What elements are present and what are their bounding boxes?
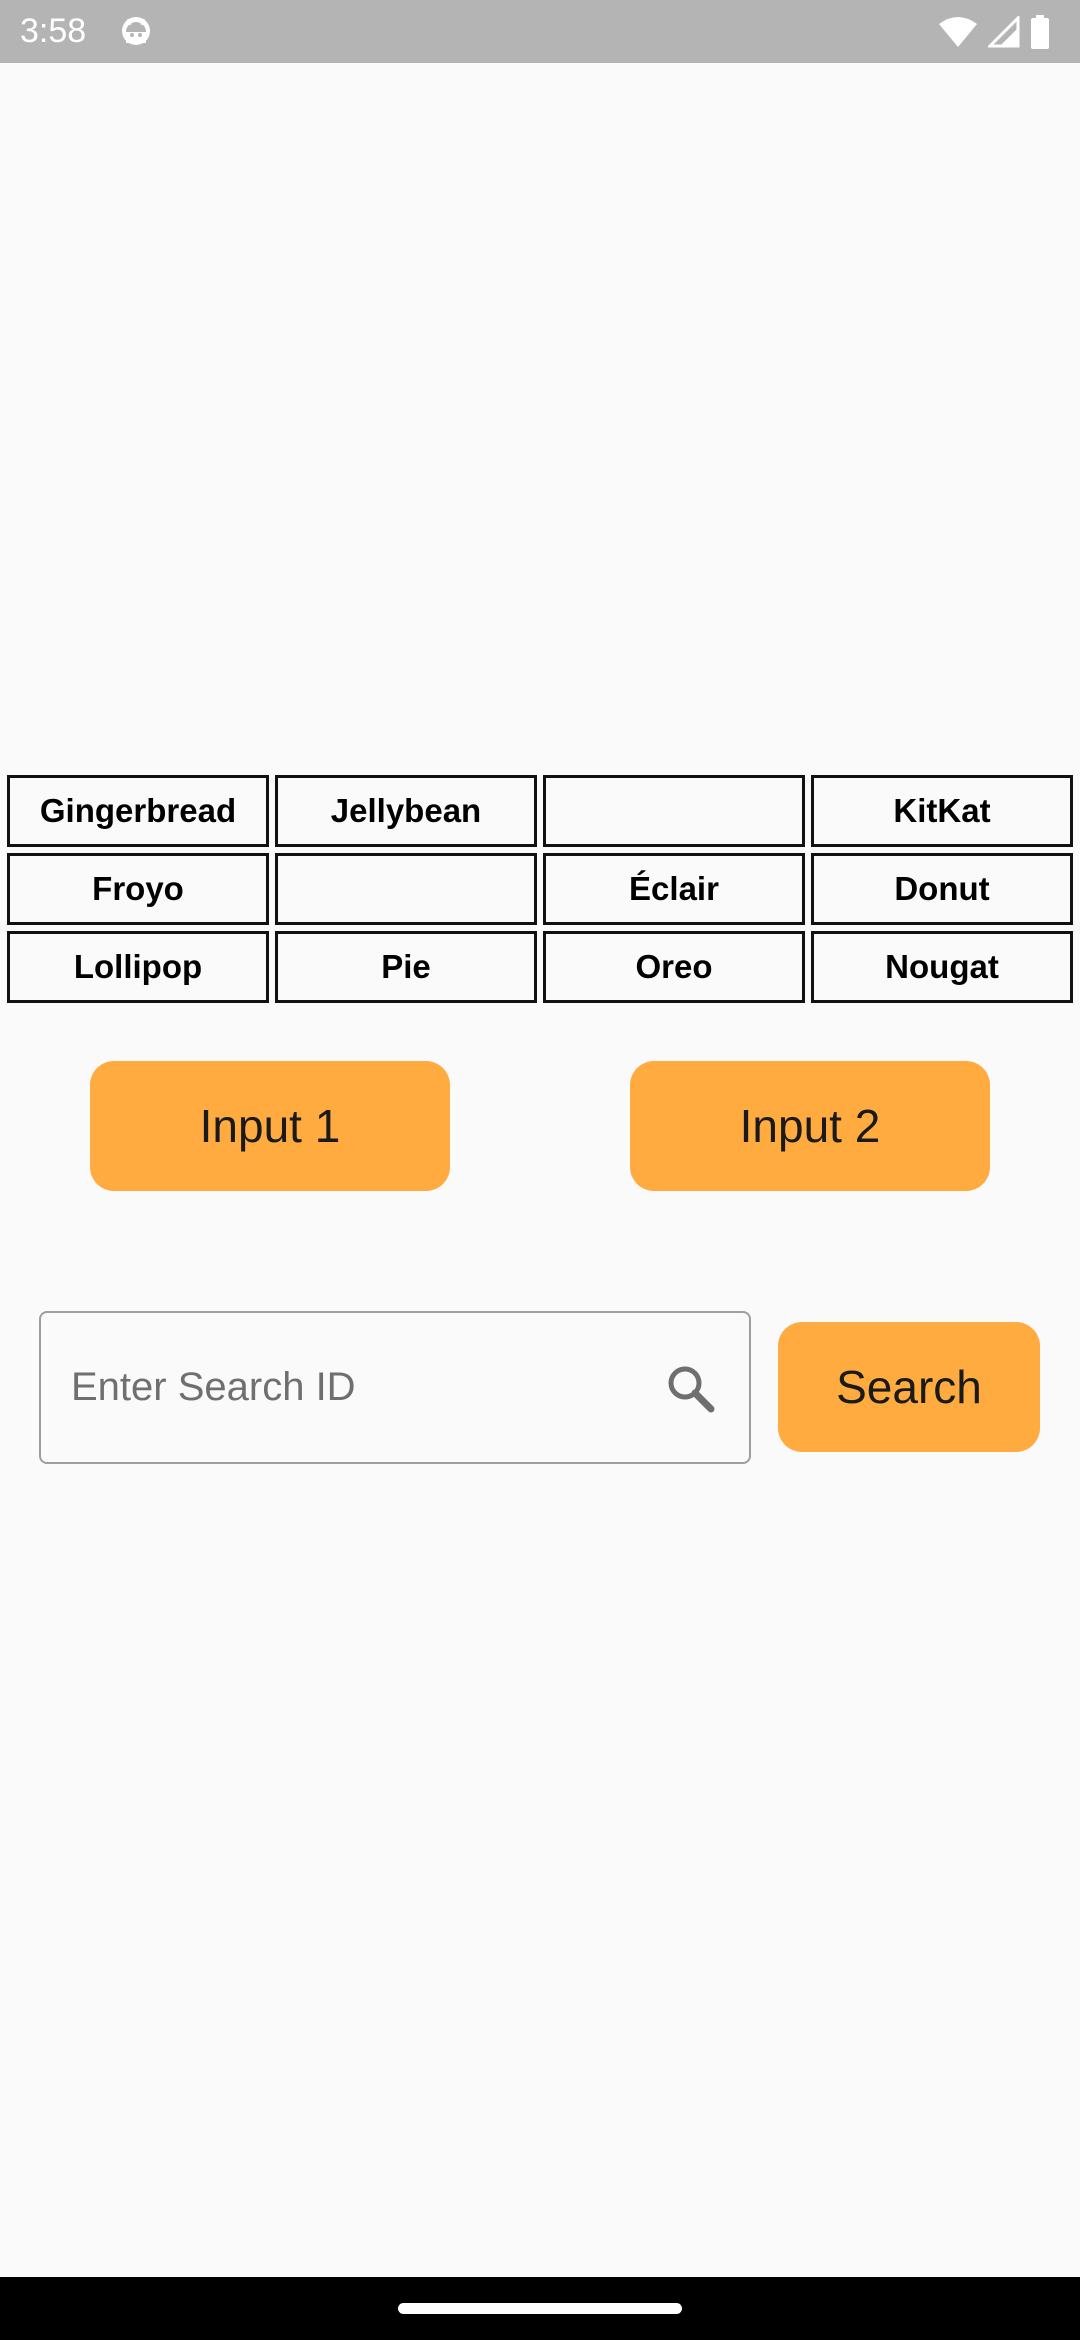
battery-icon: [1031, 15, 1049, 49]
search-button[interactable]: Search: [778, 1322, 1040, 1452]
cellular-signal-icon: [988, 16, 1020, 48]
status-icons: [938, 14, 1050, 50]
input-2-button[interactable]: Input 2: [630, 1061, 990, 1191]
grid-cell[interactable]: Gingerbread: [7, 775, 269, 847]
grid-cell[interactable]: [275, 853, 537, 925]
grid-cell[interactable]: Éclair: [543, 853, 805, 925]
grid-cell[interactable]: Donut: [811, 853, 1073, 925]
navigation-bar: [0, 2277, 1080, 2340]
grid-cell[interactable]: Oreo: [543, 931, 805, 1003]
grid-cell[interactable]: Jellybean: [275, 775, 537, 847]
android-robot-icon: [122, 17, 150, 45]
search-input[interactable]: [71, 1313, 651, 1462]
home-gesture-handle[interactable]: [398, 2303, 682, 2314]
status-time: 3:58: [20, 12, 87, 50]
status-bar: 3:58: [0, 0, 1080, 63]
grid-cell[interactable]: Pie: [275, 931, 537, 1003]
search-icon[interactable]: [665, 1363, 717, 1415]
grid-cell[interactable]: Froyo: [7, 853, 269, 925]
grid-cell[interactable]: Lollipop: [7, 931, 269, 1003]
wifi-icon: [939, 17, 977, 47]
grid-cell[interactable]: Nougat: [811, 931, 1073, 1003]
grid-cell[interactable]: KitKat: [811, 775, 1073, 847]
version-grid: Gingerbread Jellybean KitKat Froyo Éclai…: [7, 775, 1073, 1003]
app-screen: 3:58 Gingerbread Jellybean KitKat Froyo …: [0, 0, 1080, 2340]
input-1-button[interactable]: Input 1: [90, 1061, 450, 1191]
grid-cell[interactable]: [543, 775, 805, 847]
search-field: [39, 1311, 751, 1464]
